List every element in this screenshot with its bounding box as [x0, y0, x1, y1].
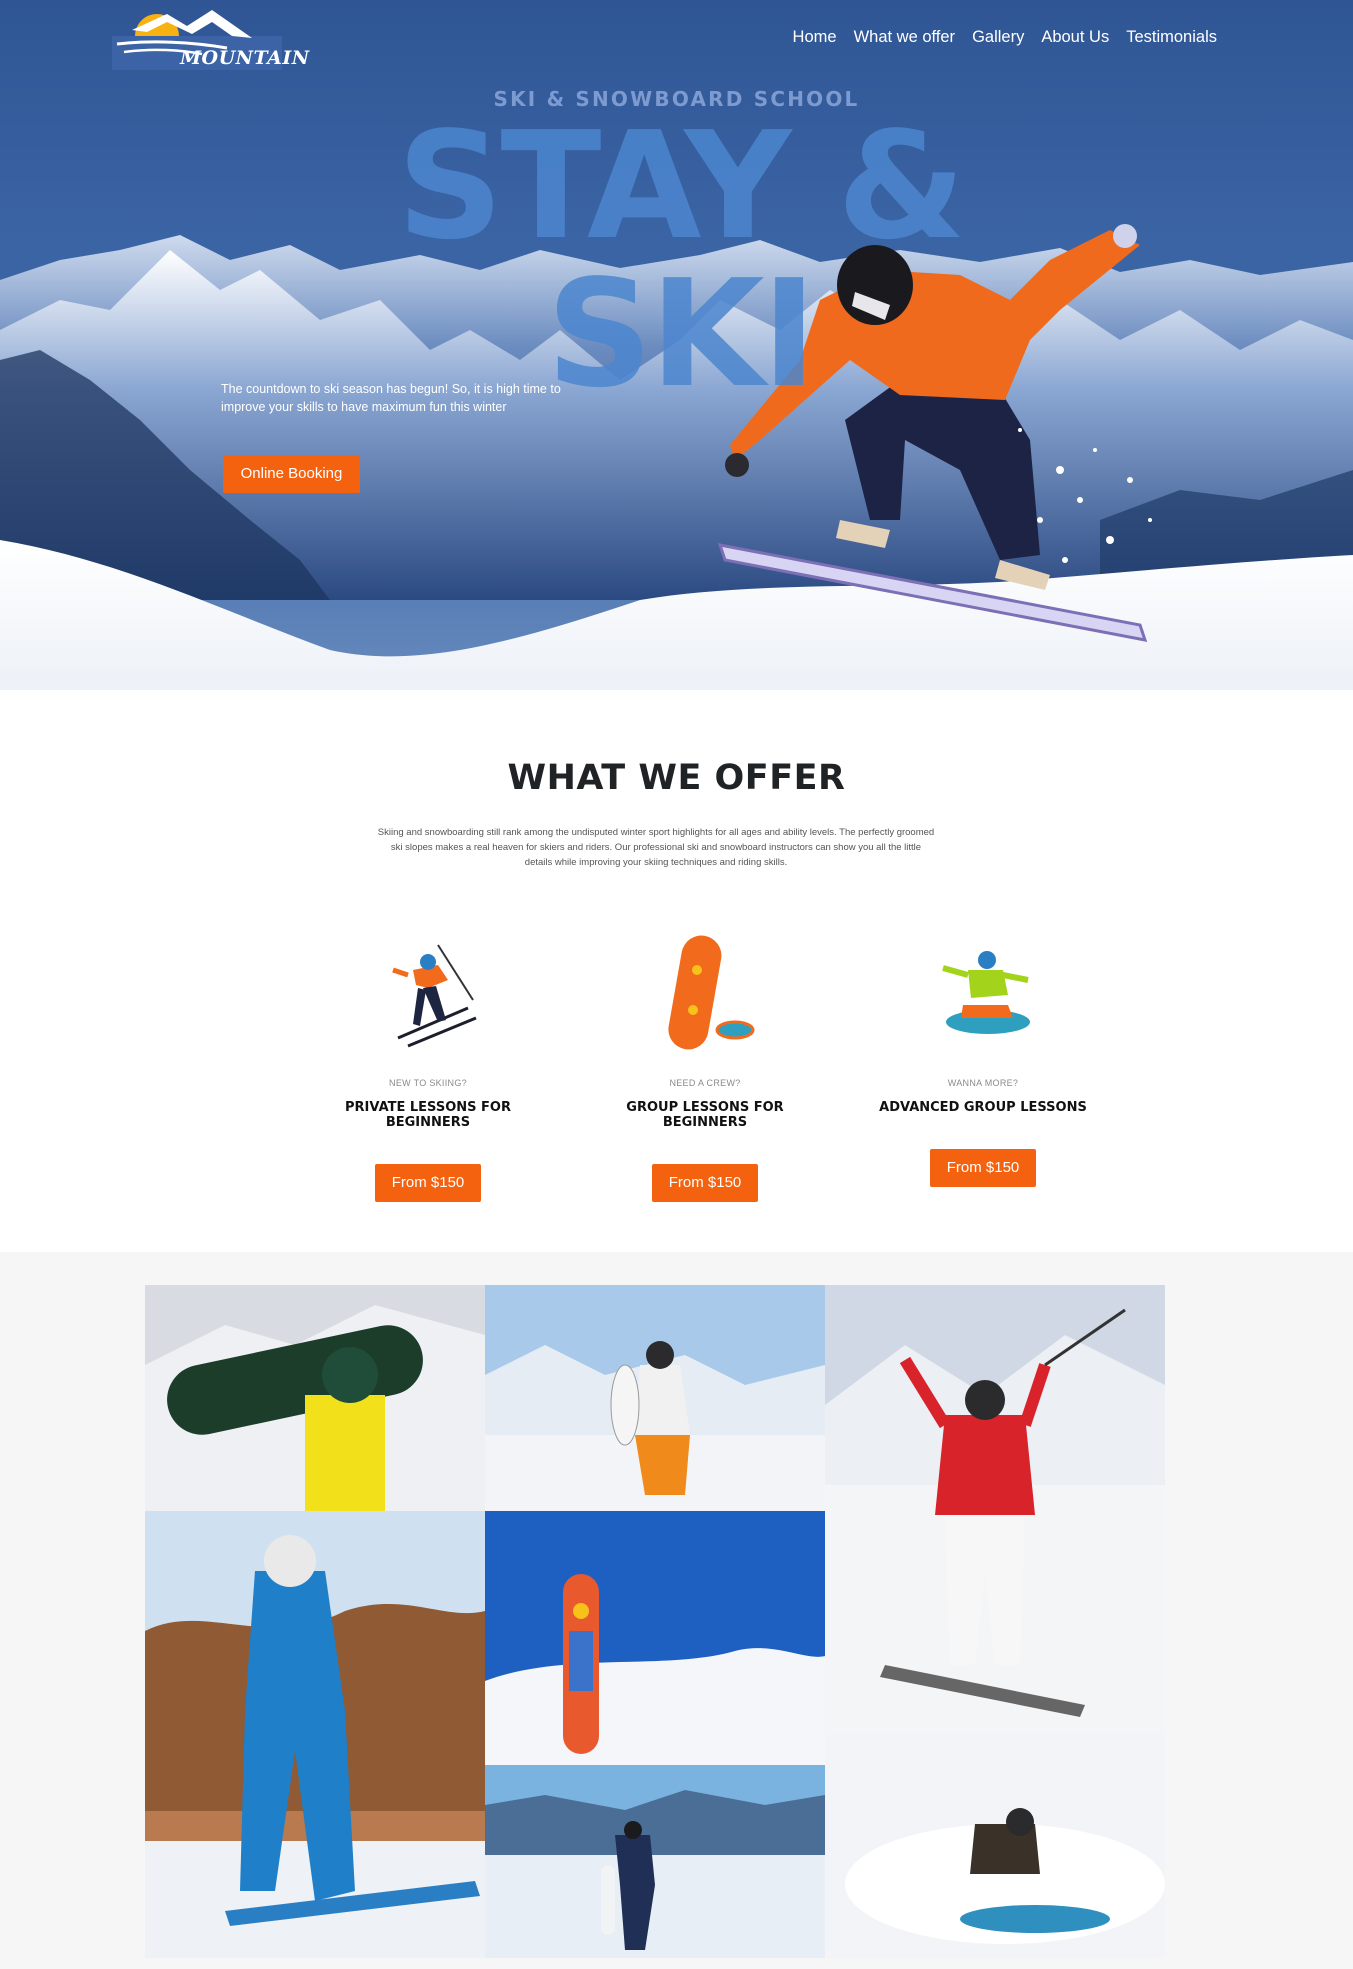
gallery-photo-happy-skier[interactable] — [825, 1285, 1165, 1734]
nav-what-we-offer[interactable]: What we offer — [854, 28, 956, 47]
gallery-photo-snowboard-in-snow[interactable] — [485, 1511, 825, 1765]
main-nav: Home What we offer Gallery About Us Test… — [793, 28, 1217, 47]
offer-card-private: NEW TO SKIING? PRIVATE LESSONS FOR BEGIN… — [308, 930, 548, 1202]
gallery-photo-snowboarder-yellow[interactable] — [145, 1285, 485, 1511]
snowboard-goggles-icon — [668, 935, 755, 1050]
nav-home[interactable]: Home — [793, 28, 837, 47]
offer-name: ADVANCED GROUP LESSONS — [879, 1100, 1087, 1115]
offer-kicker: NEW TO SKIING? — [389, 1078, 467, 1088]
online-booking-button[interactable]: Online Booking — [223, 455, 360, 493]
offer-description: Skiing and snowboarding still rank among… — [377, 827, 935, 868]
offer-card-group: NEED A CREW? GROUP LESSONS FOR BEGINNERS… — [585, 930, 825, 1202]
offer-card-advanced: WANNA MORE? ADVANCED GROUP LESSONS From … — [863, 930, 1103, 1187]
offer-title: WHAT WE OFFER — [507, 758, 846, 798]
price-button-group[interactable]: From $150 — [652, 1164, 758, 1202]
skier-icon — [392, 944, 477, 1048]
price-button-advanced[interactable]: From $150 — [930, 1149, 1036, 1187]
offer-kicker: WANNA MORE? — [947, 1078, 1019, 1088]
nav-testimonials[interactable]: Testimonials — [1126, 28, 1217, 47]
nav-gallery[interactable]: Gallery — [972, 28, 1024, 47]
hero-text: The countdown to ski season has begun! S… — [221, 382, 561, 414]
logo-text: MOUNTAIN — [180, 47, 310, 69]
gallery-photo-skier-blue[interactable] — [145, 1511, 485, 1958]
hero-title: STAY & SKI — [396, 100, 966, 420]
nav-about-us[interactable]: About Us — [1041, 28, 1109, 47]
hero-section: MOUNTAIN Home What we offer Gallery Abou… — [0, 0, 1353, 720]
offer-kicker: NEED A CREW? — [669, 1078, 741, 1088]
gallery-photo-snowboarder-overlook[interactable] — [485, 1765, 825, 1958]
gallery-photo-snowboarder-girl[interactable] — [485, 1285, 825, 1511]
snowboarder-icon — [942, 951, 1030, 1034]
price-button-private[interactable]: From $150 — [375, 1164, 481, 1202]
site-logo[interactable]: MOUNTAIN — [112, 8, 309, 70]
offer-name: PRIVATE LESSONS FOR BEGINNERS — [345, 1100, 511, 1130]
gallery-photo-snowboard-spray[interactable] — [825, 1734, 1165, 1958]
offer-name: GROUP LESSONS FOR BEGINNERS — [626, 1100, 784, 1130]
